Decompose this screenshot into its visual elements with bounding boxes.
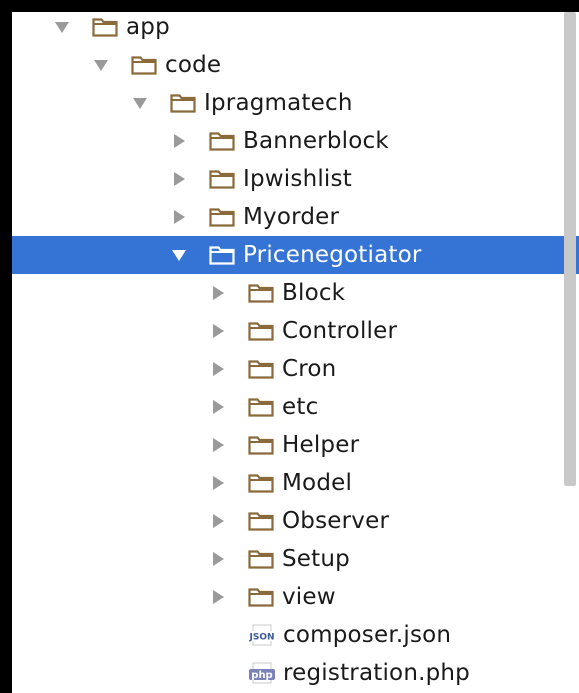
tree-item-label: app	[126, 14, 170, 40]
tree-item-label: Observer	[282, 508, 390, 534]
vertical-scrollbar[interactable]	[564, 12, 576, 486]
svg-text:JSON: JSON	[248, 633, 274, 643]
folder-icon	[248, 283, 274, 303]
tree-item-label: Helper	[282, 432, 360, 458]
expanded-arrow-icon[interactable]	[132, 95, 148, 111]
tree-folder-view[interactable]: view	[12, 578, 579, 616]
json-file-icon: JSON	[248, 623, 276, 647]
tree-folder-setup[interactable]: Setup	[12, 540, 579, 578]
tree-folder-code[interactable]: code	[12, 46, 579, 84]
tree-item-label: Block	[282, 280, 346, 306]
collapsed-arrow-icon[interactable]	[171, 171, 187, 187]
tree-item-label: Myorder	[243, 204, 340, 230]
folder-icon	[92, 17, 118, 37]
file-tree: app code Ipragmatech Bannerblock Ipwishl…	[12, 12, 579, 692]
folder-icon	[248, 587, 274, 607]
tree-folder-app[interactable]: app	[12, 12, 579, 46]
tree-item-label: Pricenegotiator	[243, 242, 422, 268]
folder-icon	[209, 245, 235, 265]
expanded-arrow-icon[interactable]	[171, 247, 187, 263]
tree-folder-pricenegotiator[interactable]: Pricenegotiator	[12, 236, 579, 274]
project-tree-panel: app code Ipragmatech Bannerblock Ipwishl…	[12, 12, 579, 693]
tree-folder-block[interactable]: Block	[12, 274, 579, 312]
folder-icon	[248, 397, 274, 417]
tree-folder-cron[interactable]: Cron	[12, 350, 579, 388]
tree-file-composer-json[interactable]: JSON composer.json	[12, 616, 579, 654]
folder-icon	[131, 55, 157, 75]
collapsed-arrow-icon[interactable]	[210, 399, 226, 415]
tree-folder-etc[interactable]: etc	[12, 388, 579, 426]
tree-folder-model[interactable]: Model	[12, 464, 579, 502]
collapsed-arrow-icon[interactable]	[171, 133, 187, 149]
php-file-icon: php	[248, 661, 276, 685]
folder-icon	[248, 321, 274, 341]
folder-icon	[209, 169, 235, 189]
folder-icon	[248, 359, 274, 379]
svg-text:php: php	[251, 670, 272, 681]
tree-folder-ipwishlist[interactable]: Ipwishlist	[12, 160, 579, 198]
tree-item-label: composer.json	[283, 622, 452, 648]
tree-item-label: Model	[282, 470, 353, 496]
tree-item-label: Cron	[282, 356, 337, 382]
tree-item-label: view	[282, 584, 336, 610]
folder-icon	[248, 473, 274, 493]
tree-item-label: registration.php	[283, 660, 470, 686]
tree-folder-bannerblock[interactable]: Bannerblock	[12, 122, 579, 160]
tree-item-label: etc	[282, 394, 319, 420]
collapsed-arrow-icon[interactable]	[210, 323, 226, 339]
expanded-arrow-icon[interactable]	[93, 57, 109, 73]
tree-folder-controller[interactable]: Controller	[12, 312, 579, 350]
tree-folder-helper[interactable]: Helper	[12, 426, 579, 464]
tree-item-label: Ipwishlist	[243, 166, 352, 192]
collapsed-arrow-icon[interactable]	[171, 209, 187, 225]
tree-folder-myorder[interactable]: Myorder	[12, 198, 579, 236]
folder-icon	[248, 435, 274, 455]
collapsed-arrow-icon[interactable]	[210, 285, 226, 301]
folder-icon	[209, 207, 235, 227]
collapsed-arrow-icon[interactable]	[210, 551, 226, 567]
folder-icon	[248, 549, 274, 569]
collapsed-arrow-icon[interactable]	[210, 361, 226, 377]
tree-item-label: Setup	[282, 546, 350, 572]
tree-folder-observer[interactable]: Observer	[12, 502, 579, 540]
tree-item-label: code	[165, 52, 222, 78]
tree-item-label: Ipragmatech	[204, 90, 353, 116]
tree-file-registration-php[interactable]: php registration.php	[12, 654, 579, 692]
collapsed-arrow-icon[interactable]	[210, 589, 226, 605]
collapsed-arrow-icon[interactable]	[210, 475, 226, 491]
collapsed-arrow-icon[interactable]	[210, 513, 226, 529]
folder-icon	[248, 511, 274, 531]
collapsed-arrow-icon[interactable]	[210, 437, 226, 453]
tree-item-label: Controller	[282, 318, 398, 344]
folder-icon	[170, 93, 196, 113]
tree-item-label: Bannerblock	[243, 128, 389, 154]
expanded-arrow-icon[interactable]	[54, 19, 70, 35]
folder-icon	[209, 131, 235, 151]
tree-folder-ipragmatech[interactable]: Ipragmatech	[12, 84, 579, 122]
